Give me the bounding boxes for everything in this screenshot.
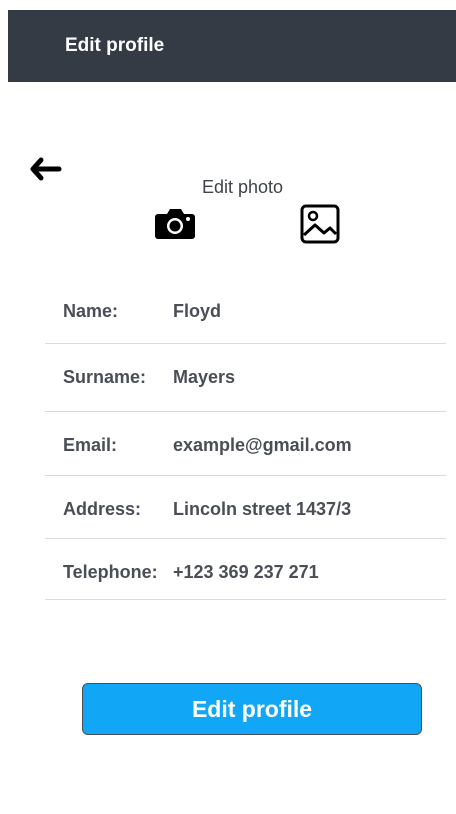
edit-profile-screen: Edit profile Edit photo Name: Floyd Surn… [8, 10, 456, 814]
profile-fields: Name: Floyd Surname: Mayers Email: examp… [45, 278, 446, 600]
name-label: Name: [63, 301, 119, 321]
telephone-label: Telephone: [63, 562, 158, 582]
edit-profile-button[interactable]: Edit profile [82, 683, 422, 735]
telephone-row: Telephone: +123 369 237 271 [45, 539, 446, 600]
name-value[interactable]: Floyd [173, 300, 221, 322]
image-icon [300, 204, 340, 244]
camera-button[interactable] [154, 207, 198, 241]
email-row: Email: example@gmail.com [45, 412, 446, 476]
email-value[interactable]: example@gmail.com [173, 434, 352, 456]
edit-photo-label: Edit photo [202, 177, 284, 197]
arrow-left-icon [30, 157, 62, 181]
app-header: Edit profile [8, 10, 456, 82]
address-row: Address: Lincoln street 1437/3 [45, 476, 446, 539]
camera-icon [155, 209, 195, 239]
header-title: Edit profile [65, 35, 165, 56]
address-label: Address: [63, 499, 142, 519]
surname-row: Surname: Mayers [45, 344, 446, 412]
telephone-value[interactable]: +123 369 237 271 [173, 561, 319, 583]
name-row: Name: Floyd [45, 278, 446, 344]
gallery-button[interactable] [300, 204, 340, 244]
surname-label: Surname: [63, 367, 147, 387]
email-label: Email: [63, 435, 118, 455]
surname-value[interactable]: Mayers [173, 366, 235, 388]
address-value[interactable]: Lincoln street 1437/3 [173, 498, 351, 520]
back-button[interactable] [24, 154, 66, 184]
